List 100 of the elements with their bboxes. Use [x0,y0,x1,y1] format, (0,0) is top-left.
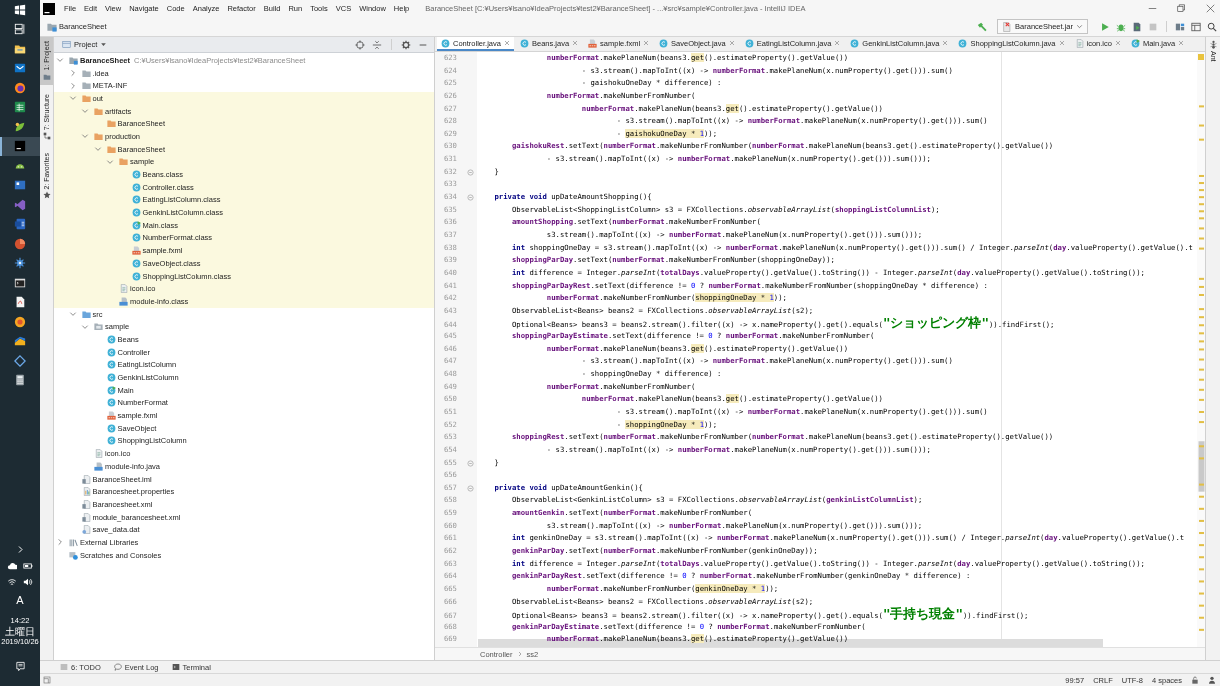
close-icon[interactable] [643,40,650,46]
run-class-icon [1130,38,1140,48]
calculator-icon [14,374,26,387]
chevron-down-icon[interactable] [68,94,77,103]
config-file-icon [81,512,91,522]
class-icon [131,233,141,243]
class-icon [131,170,141,180]
pie-icon [14,237,26,250]
disc-icon [14,315,26,328]
chevron-down-icon[interactable] [56,56,64,65]
fold-marker-icon[interactable] [467,459,474,467]
fold-marker-icon[interactable] [467,194,474,202]
chevron-right-icon[interactable] [68,69,77,78]
play-icon[interactable] [1100,21,1110,32]
class-icon [131,195,141,205]
chevron-down-icon[interactable] [93,145,102,154]
chevron-down-icon[interactable] [81,322,89,331]
settings-icon[interactable] [401,39,411,50]
class-icon [131,208,141,218]
class-icon [519,38,529,48]
wifi-icon[interactable] [7,577,17,587]
class-icon [106,347,116,357]
stacked-windows-icon [14,23,26,36]
square-icon[interactable] [43,676,51,684]
page-icon [14,296,26,309]
fold-marker-icon[interactable] [467,168,474,176]
chevron-down-icon [1076,23,1083,30]
message-icon[interactable] [14,660,26,672]
spreadsheet-icon [14,101,26,114]
close-icon[interactable] [834,40,841,46]
hammer-icon[interactable] [977,21,988,32]
document-icon [14,218,26,231]
class-icon [106,334,116,344]
close-icon[interactable] [572,40,579,46]
class-icon [131,271,141,281]
ime-indicator[interactable]: A [16,594,24,606]
close-icon[interactable] [1114,40,1121,46]
chevron-right-icon[interactable] [56,538,64,547]
library-icon [69,537,78,547]
file-cross-icon [1002,21,1013,32]
class-icon [131,182,141,192]
burst-icon [14,257,26,270]
terminal-icon [14,276,26,289]
unknown-file-icon [81,525,91,535]
person-icon[interactable] [1208,676,1216,684]
ribbon-icon [14,198,26,211]
chevron-down-icon[interactable] [81,107,89,116]
wave-icon [14,335,26,348]
speech-bubble-icon [113,663,122,671]
config-file-icon [81,499,91,509]
class-icon [958,38,968,48]
chevron-down-icon[interactable] [68,310,77,319]
class-icon [850,38,860,48]
chevron-right-icon [516,651,523,657]
caret-down-icon [100,41,108,48]
chevron-right-icon[interactable] [68,81,77,90]
class-icon [106,423,116,433]
taskbar-button[interactable] [0,136,40,156]
run-class-icon [131,220,141,230]
close-icon[interactable] [728,40,735,46]
close-icon[interactable] [1206,4,1215,13]
class-icon [106,373,116,383]
speaker-icon[interactable] [23,577,33,587]
crosshair-icon[interactable] [355,39,365,50]
four-panes-icon [14,3,26,16]
diamond-icon [14,354,26,367]
properties-file-icon [81,487,91,497]
boxes-icon[interactable] [1175,21,1185,32]
scratch-icon [69,550,78,560]
chevron-down-icon[interactable] [81,132,89,141]
fold-marker-icon[interactable] [467,484,474,492]
markup-file-icon [106,411,116,421]
chevron-down-icon[interactable] [106,157,114,166]
module-file-icon [119,296,128,306]
collapse-icon[interactable] [372,39,382,50]
leaf-icon [14,120,26,133]
close-icon[interactable] [503,40,510,46]
close-icon[interactable] [1058,40,1065,46]
panel-icon[interactable] [1191,21,1201,32]
restore-icon[interactable] [1177,4,1186,13]
cloud-icon[interactable] [7,561,17,571]
star-icon [42,191,51,200]
ant-icon [1208,40,1218,49]
page-play-icon[interactable] [1132,21,1142,32]
window-icon [14,179,26,192]
class-icon [441,38,450,48]
close-icon[interactable] [942,40,949,46]
image-file-icon [119,284,128,294]
module-folder-icon [69,55,78,65]
close-icon[interactable] [1178,40,1185,46]
folder-icon [42,72,51,81]
list-icon [60,663,68,671]
envelope-icon [14,62,26,75]
search-icon[interactable] [1207,21,1217,32]
lock-icon[interactable] [1191,676,1199,684]
battery-icon[interactable] [23,561,33,571]
markup-file-icon [131,246,141,256]
module-file-icon [94,461,103,471]
class-icon [106,398,116,408]
structure-icon [42,131,51,140]
